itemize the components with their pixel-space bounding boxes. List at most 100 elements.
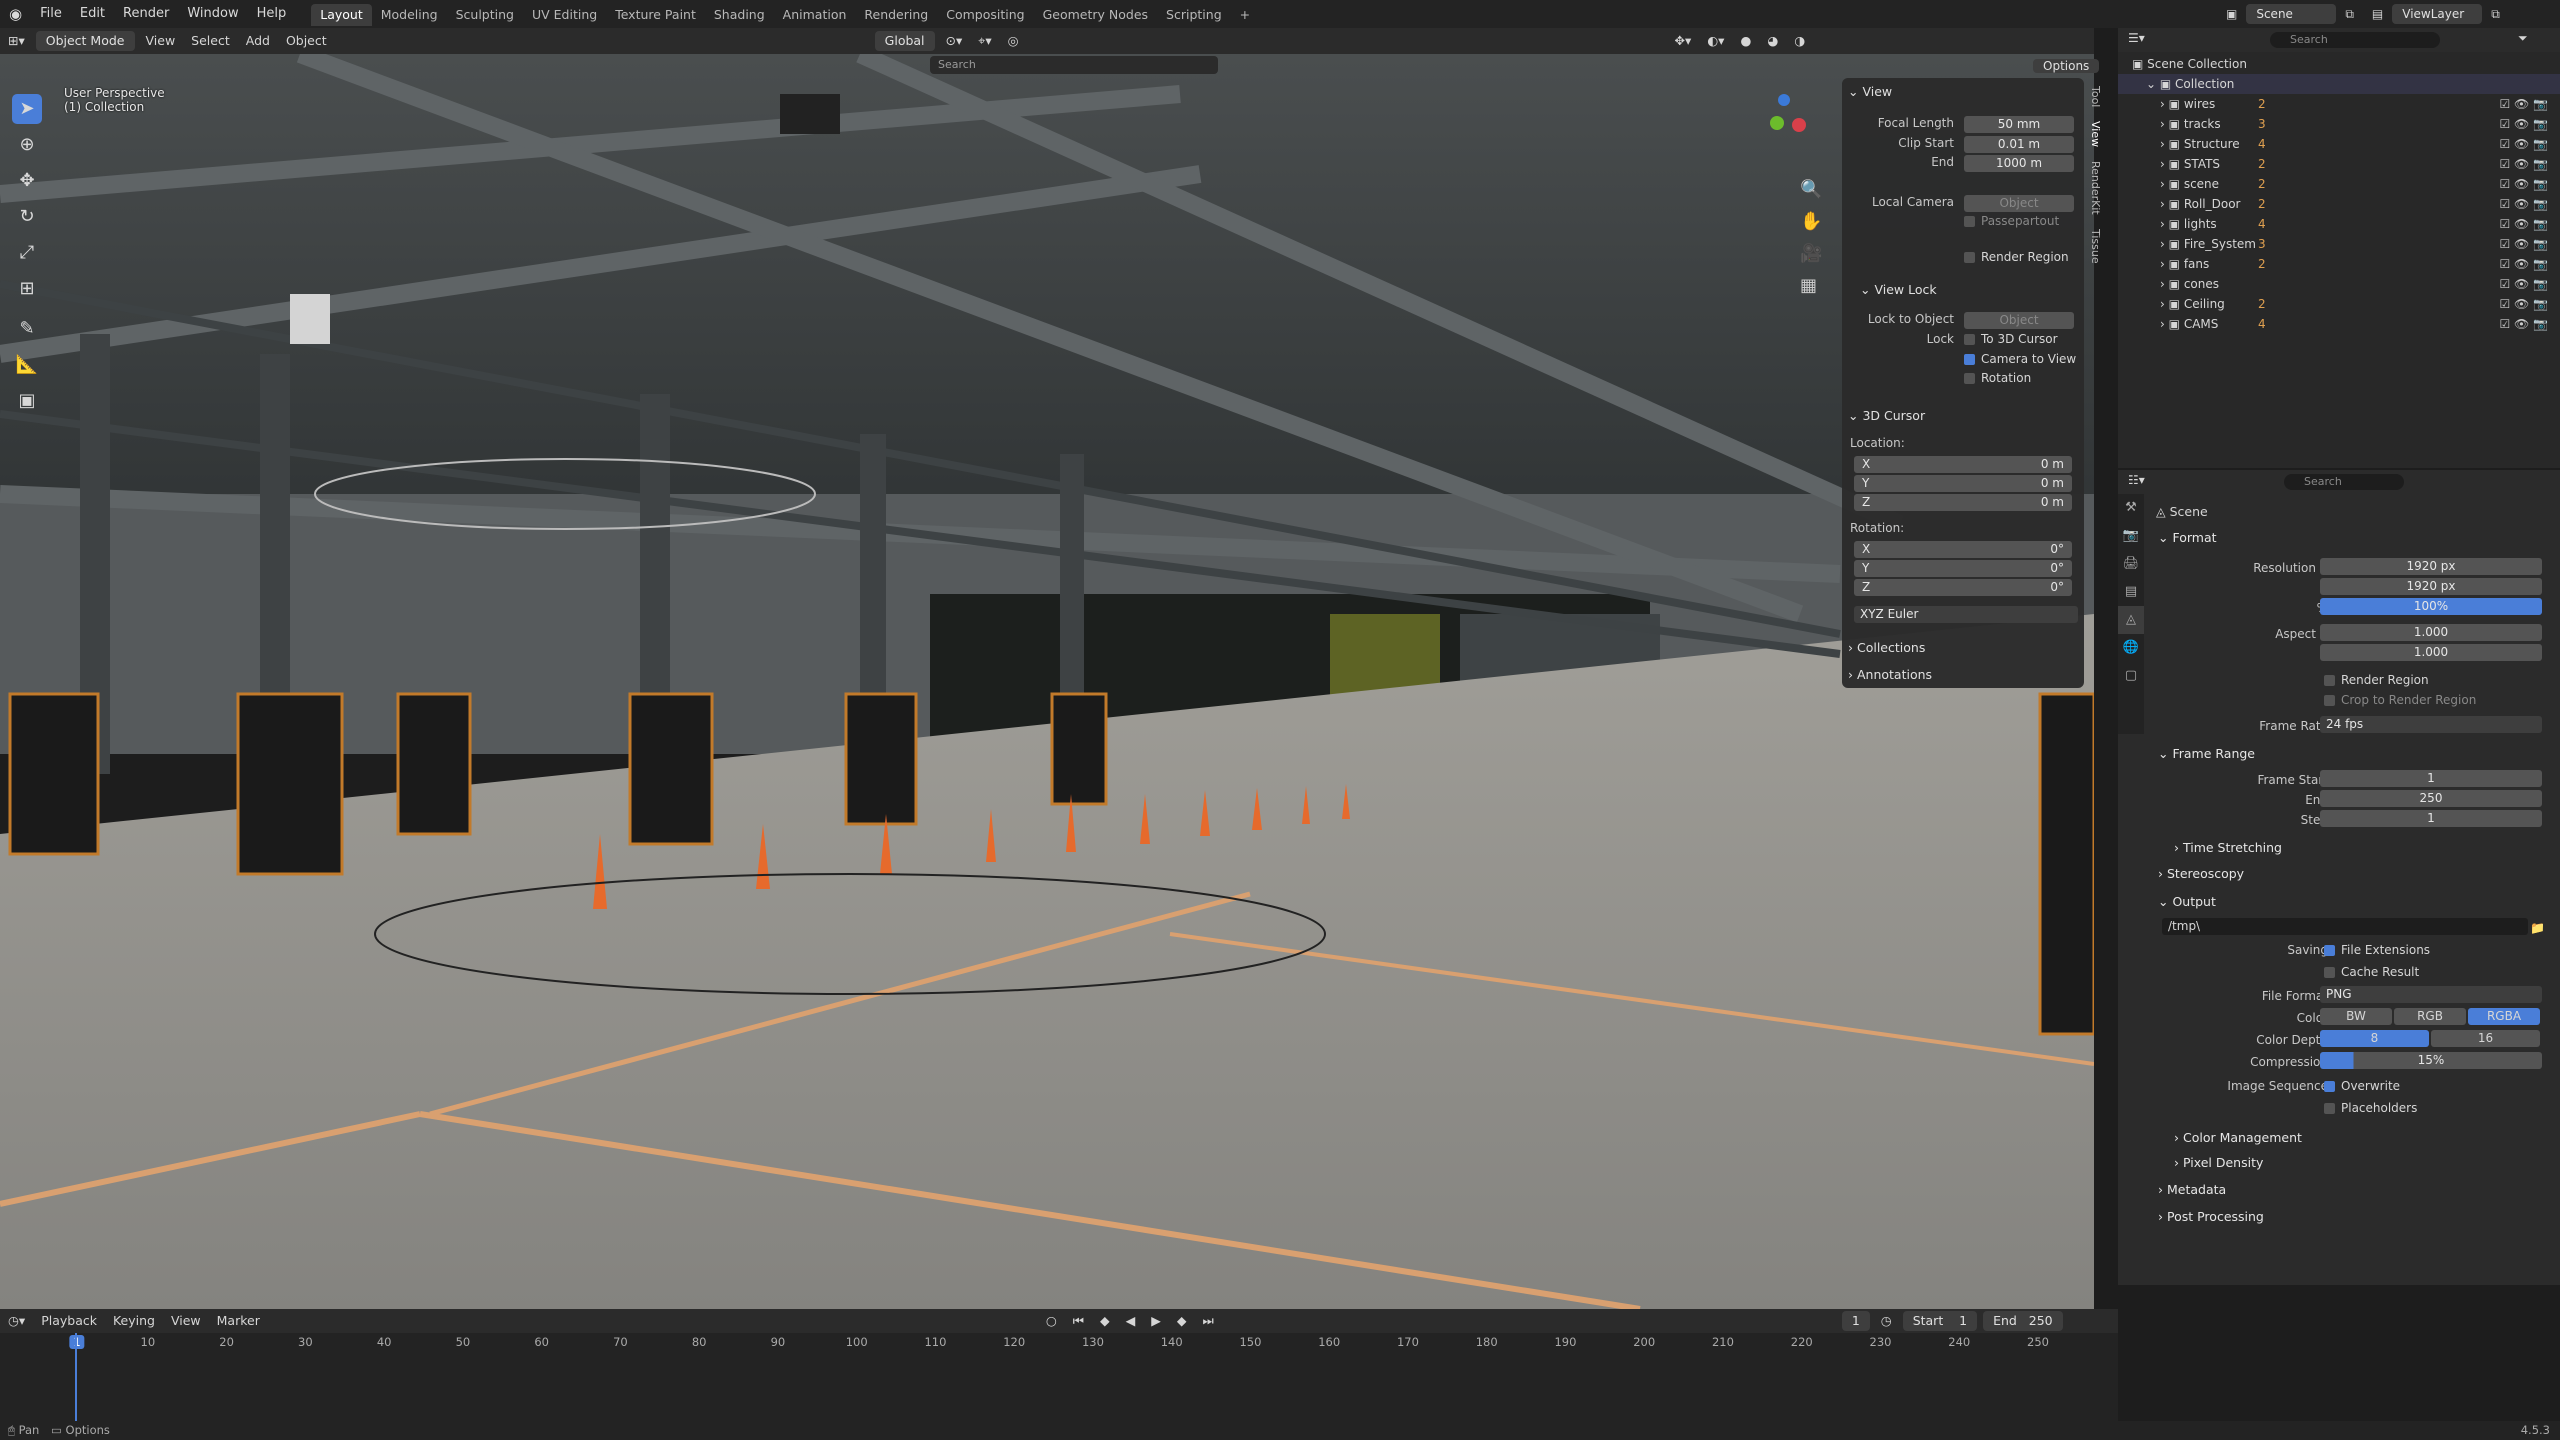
menu-add[interactable]: Add: [238, 28, 278, 54]
visibility-toggles[interactable]: ☑ 👁 📷: [2499, 94, 2548, 114]
placeholders-checkbox[interactable]: Placeholders: [2324, 1098, 2417, 1118]
menu-help[interactable]: Help: [248, 0, 296, 28]
transform-tool-icon[interactable]: ⊞: [12, 274, 42, 304]
outliner-editor-icon[interactable]: ☰▾: [2128, 31, 2145, 45]
expand-icon[interactable]: ›: [2160, 177, 2165, 191]
section-view-lock[interactable]: ⌄ View Lock: [1860, 282, 1937, 297]
overwrite-checkbox[interactable]: Overwrite: [2324, 1076, 2400, 1096]
select-tool-icon[interactable]: ➤: [12, 94, 42, 124]
transform-orientation-selector[interactable]: Global: [874, 31, 935, 51]
cursor-rotation-y[interactable]: Y 0°: [1854, 560, 2072, 577]
color-mode-option[interactable]: BW: [2320, 1008, 2392, 1025]
pivot-icon[interactable]: ⊙▾: [938, 28, 971, 54]
tab-geometry-nodes[interactable]: Geometry Nodes: [1034, 4, 1157, 26]
new-view-layer-icon[interactable]: ⧉: [2491, 7, 2500, 22]
passepartout-checkbox[interactable]: Passepartout: [1964, 214, 2059, 228]
tab-modeling[interactable]: Modeling: [372, 4, 447, 26]
timeline-ruler[interactable]: 1 10 20 30 40 50 60 70 80 90 100 110 120 130 140 150 160…: [0, 1333, 2118, 1353]
compression-slider[interactable]: 15%: [2320, 1052, 2542, 1069]
local-camera-field[interactable]: Object: [1964, 195, 2074, 212]
tab-shading[interactable]: Shading: [705, 4, 774, 26]
scene-collection-row[interactable]: ▣ Scene Collection: [2118, 54, 2560, 74]
cursor-location-z[interactable]: Z 0 m: [1854, 494, 2072, 511]
color-mode-option[interactable]: RGBA: [2468, 1008, 2540, 1025]
timeline[interactable]: 1 10 20 30 40 50 60 70 80 90 100 110 120 130 140 150 160…: [0, 1333, 2118, 1421]
render-tab-icon[interactable]: 📷: [2118, 522, 2144, 550]
expand-icon[interactable]: ›: [2160, 157, 2165, 171]
folder-icon[interactable]: 📁: [2530, 918, 2545, 938]
prev-key-icon[interactable]: ◆: [1092, 1308, 1118, 1334]
mode-selector[interactable]: Object Mode: [35, 31, 135, 51]
menu-keying[interactable]: Keying: [105, 1308, 163, 1334]
visibility-toggles[interactable]: ☑ 👁 📷: [2499, 274, 2548, 294]
blender-logo-icon[interactable]: ◉: [0, 0, 31, 28]
section-time-stretching[interactable]: › Time Stretching: [2174, 838, 2282, 858]
scale-tool-icon[interactable]: ⤢: [12, 238, 42, 268]
viewport-gizmo-icon[interactable]: ✥▾: [1667, 28, 1700, 54]
options-label[interactable]: Options: [2033, 59, 2100, 73]
section-metadata[interactable]: › Metadata: [2158, 1180, 2226, 1200]
view-layer-icon[interactable]: ▤: [2372, 7, 2383, 21]
play-reverse-icon[interactable]: ◀: [1118, 1308, 1144, 1334]
menu-marker[interactable]: Marker: [209, 1308, 268, 1334]
menu-view-timeline[interactable]: View: [163, 1308, 209, 1334]
section-color-management[interactable]: › Color Management: [2174, 1128, 2302, 1148]
menu-edit[interactable]: Edit: [71, 0, 114, 28]
render-region-checkbox[interactable]: Render Region: [2324, 670, 2429, 690]
resolution-x-field[interactable]: 1920 px: [2320, 558, 2542, 575]
add-cube-tool-icon[interactable]: ▣: [12, 386, 42, 416]
expand-icon[interactable]: ›: [2160, 317, 2165, 331]
proportional-edit-icon[interactable]: ◎: [1000, 28, 1027, 54]
jump-end-icon[interactable]: ⏭: [1195, 1308, 1222, 1334]
outliner-item[interactable]: › ▣ scene 2 ☑ 👁 📷: [2118, 174, 2560, 194]
outliner-item[interactable]: › ▣ cones ☑ 👁 📷: [2118, 274, 2560, 294]
tab-tissue[interactable]: Tissue: [2089, 229, 2102, 264]
camera-view-icon[interactable]: 🎥: [1800, 238, 1822, 270]
play-icon[interactable]: ▶: [1143, 1308, 1169, 1334]
outliner-item[interactable]: › ▣ fans 2 ☑ 👁 📷: [2118, 254, 2560, 274]
menu-render[interactable]: Render: [114, 0, 178, 28]
overlays-icon[interactable]: ◐▾: [1699, 28, 1732, 54]
expand-icon[interactable]: ›: [2160, 217, 2165, 231]
menu-file[interactable]: File: [31, 0, 71, 28]
section-view[interactable]: ⌄ View: [1848, 84, 1892, 99]
menu-playback[interactable]: Playback: [33, 1308, 105, 1334]
pan-icon[interactable]: ✋: [1800, 206, 1822, 238]
section-output[interactable]: ⌄ Output: [2158, 892, 2216, 912]
clip-end-field[interactable]: 1000 m: [1964, 155, 2074, 172]
expand-icon[interactable]: ›: [2160, 197, 2165, 211]
lock-rotation-checkbox[interactable]: Rotation: [1964, 371, 2031, 385]
visibility-toggles[interactable]: ☑ 👁 📷: [2499, 194, 2548, 214]
aspect-y-field[interactable]: 1.000: [2320, 644, 2542, 661]
visibility-toggles[interactable]: ☑ 👁 📷: [2499, 294, 2548, 314]
snap-icon[interactable]: ⌖▾: [970, 28, 999, 54]
color-mode-option[interactable]: RGB: [2394, 1008, 2466, 1025]
resolution-percent-field[interactable]: 100%: [2320, 598, 2542, 615]
outliner-item[interactable]: › ▣ Roll_Door 2 ☑ 👁 📷: [2118, 194, 2560, 214]
outliner-item[interactable]: › ▣ wires 2 ☑ 👁 📷: [2118, 94, 2560, 114]
visibility-toggles[interactable]: ☑ 👁 📷: [2499, 254, 2548, 274]
outliner-item[interactable]: › ▣ tracks 3 ☑ 👁 📷: [2118, 114, 2560, 134]
lock-to-object-field[interactable]: Object: [1964, 312, 2074, 329]
cursor-location-x[interactable]: X 0 m: [1854, 456, 2072, 473]
expand-icon[interactable]: ›: [2160, 297, 2165, 311]
end-frame-field[interactable]: End 250: [1983, 1311, 2063, 1331]
properties-search-input[interactable]: Search: [2284, 474, 2404, 490]
tab-animation[interactable]: Animation: [774, 4, 856, 26]
tab-layout[interactable]: Layout: [311, 4, 372, 26]
expand-icon[interactable]: ›: [2160, 117, 2165, 131]
visibility-toggles[interactable]: ☑ 👁 📷: [2499, 314, 2548, 334]
menu-window[interactable]: Window: [178, 0, 247, 28]
expand-icon[interactable]: ›: [2160, 97, 2165, 111]
properties-editor-icon[interactable]: ☷▾: [2128, 473, 2145, 487]
section-frame-range[interactable]: ⌄ Frame Range: [2158, 744, 2255, 764]
menu-select[interactable]: Select: [183, 28, 238, 54]
scene-selector[interactable]: Scene: [2246, 4, 2337, 24]
file-extensions-checkbox[interactable]: File Extensions: [2324, 940, 2430, 960]
outliner-item[interactable]: › ▣ Fire_System 3 ☑ 👁 📷: [2118, 234, 2560, 254]
section-3d-cursor[interactable]: ⌄ 3D Cursor: [1848, 408, 1925, 423]
section-post-processing[interactable]: › Post Processing: [2158, 1207, 2264, 1227]
section-pixel-density[interactable]: › Pixel Density: [2174, 1153, 2263, 1173]
playhead[interactable]: [75, 1333, 77, 1421]
navigation-gizmo[interactable]: [1748, 94, 1828, 174]
